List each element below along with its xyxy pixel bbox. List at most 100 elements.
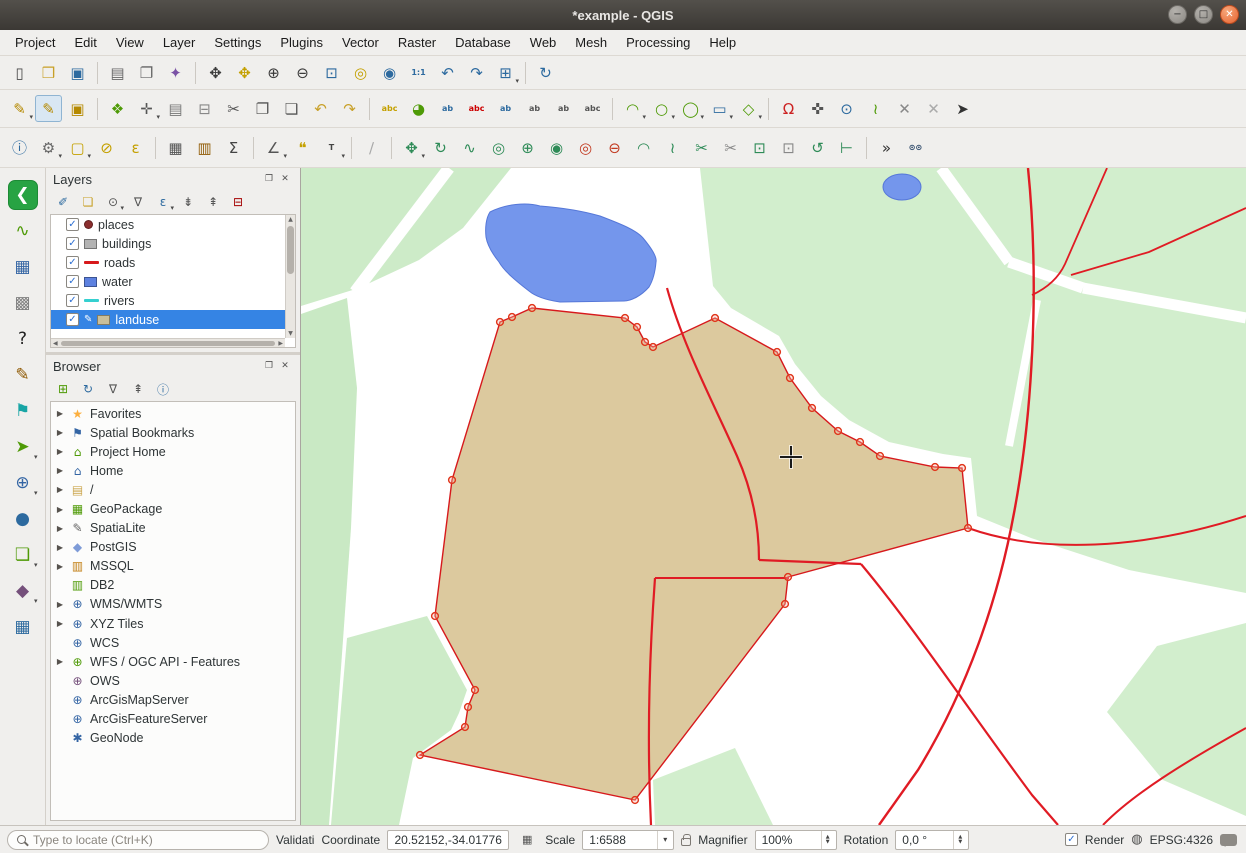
shapes-tool-icon[interactable]: ◆▾ [8, 576, 38, 606]
delete-selected-icon[interactable]: ⊟ [191, 95, 218, 122]
show-hide-labels-icon[interactable]: ab [492, 95, 519, 122]
globe-select-icon[interactable]: ⊕▾ [8, 468, 38, 498]
minimize-button-icon[interactable]: − [1168, 5, 1187, 24]
spinner-arrows-icon[interactable]: ▲▼ [821, 831, 830, 849]
scrollbar-thumb[interactable] [287, 226, 294, 274]
menu-project[interactable]: Project [6, 32, 64, 53]
panel-close-icon[interactable]: ✕ [277, 358, 293, 374]
modify-attributes-icon[interactable]: ▤ [162, 95, 189, 122]
new-print-layout-icon[interactable]: ▤ [104, 59, 131, 86]
move-label-icon[interactable]: ab [521, 95, 548, 122]
zoom-full-icon[interactable]: ⊡ [318, 59, 345, 86]
layer-checkbox[interactable]: ✓ [66, 294, 79, 307]
zoom-to-selection-icon[interactable]: ◎ [347, 59, 374, 86]
refresh-map-icon[interactable]: ↻ [532, 59, 559, 86]
menu-help[interactable]: Help [700, 32, 745, 53]
browser-item-postgis[interactable]: ▶◆PostGIS [51, 538, 295, 557]
extents-toggle-icon[interactable]: ▦ [517, 830, 537, 850]
reshape-features-icon[interactable]: ≀ [659, 134, 686, 161]
layer-labeling-icon[interactable]: abc [376, 95, 403, 122]
text-annotation-icon[interactable]: T▾ [318, 134, 345, 161]
browser-item-mssql[interactable]: ▶▥MSSQL [51, 557, 295, 576]
move-annotation-icon[interactable]: ∕ [358, 134, 385, 161]
crs-label[interactable]: EPSG:4326 [1150, 833, 1213, 847]
expand-arrow-icon[interactable]: ▶ [55, 409, 65, 418]
freehand-sketch-icon[interactable]: ∿ [8, 216, 38, 246]
browser-item-geonode[interactable]: ✱GeoNode [51, 729, 295, 748]
browser-item-arcgismapserver[interactable]: ⊕ArcGisMapServer [51, 690, 295, 709]
manage-map-themes-icon[interactable]: ⊙▾ [102, 191, 124, 213]
layer-checkbox[interactable]: ✓ [66, 218, 79, 231]
layer-checkbox[interactable]: ✓ [66, 275, 79, 288]
ink-pen-icon[interactable]: ✎ [8, 360, 38, 390]
layer-checkbox[interactable]: ✓ [66, 256, 79, 269]
digitize-rectangle-icon[interactable]: ▭▾ [706, 95, 733, 122]
new-project-icon[interactable]: ▯ [6, 59, 33, 86]
zoom-in-icon[interactable]: ⊕ [260, 59, 287, 86]
expand-arrow-icon[interactable]: ▶ [55, 505, 65, 514]
expand-arrow-icon[interactable]: ▶ [55, 619, 65, 628]
new-map-view-icon[interactable]: ⊞▾ [492, 59, 519, 86]
select-features-icon[interactable]: ▢▾ [64, 134, 91, 161]
menu-raster[interactable]: Raster [389, 32, 445, 53]
zoom-next-icon[interactable]: ↷ [463, 59, 490, 86]
style-manager-icon[interactable]: ✦ [162, 59, 189, 86]
properties-widget-icon[interactable]: ⓘ [152, 378, 174, 400]
vertical-scrollbar[interactable]: ▲ ▼ [285, 215, 295, 338]
undo-icon[interactable]: ↶ [307, 95, 334, 122]
rotate-point-symbols-icon[interactable]: ↺ [804, 134, 831, 161]
pin-labels-icon[interactable]: ab [434, 95, 461, 122]
layer-row-places[interactable]: ✓places [51, 215, 295, 234]
digitize-circle-icon[interactable]: ○▾ [648, 95, 675, 122]
map-tips-icon[interactable]: ❝ [289, 134, 316, 161]
raster-checker-icon[interactable]: ▦ [8, 252, 38, 282]
browser-item-spatialite[interactable]: ▶✎SpatiaLite [51, 519, 295, 538]
expand-arrow-icon[interactable]: ▶ [55, 562, 65, 571]
pan-map-icon[interactable]: ✥ [202, 59, 229, 86]
save-layer-edits-icon[interactable]: ▣ [64, 95, 91, 122]
panel-float-icon[interactable]: ❐ [261, 358, 277, 374]
expand-arrow-icon[interactable]: ▶ [55, 524, 65, 533]
map-canvas[interactable] [301, 168, 1246, 825]
expand-arrow-icon[interactable]: ▶ [55, 428, 65, 437]
crs-globe-icon[interactable]: ◍ [1131, 832, 1142, 847]
render-checkbox[interactable]: ✓ [1065, 833, 1078, 846]
layer-diagram-icon[interactable]: ◕ [405, 95, 432, 122]
browser-item-wfs-ogc-api-features[interactable]: ▶⊕WFS / OGC API - Features [51, 652, 295, 671]
trim-extend-icon[interactable]: ⊢ [833, 134, 860, 161]
zoom-last-icon[interactable]: ↶ [434, 59, 461, 86]
layer-row-buildings[interactable]: ✓buildings [51, 234, 295, 253]
fill-ring-icon[interactable]: ◉ [543, 134, 570, 161]
horizontal-scrollbar[interactable]: ◀ ▶ [51, 338, 285, 347]
move-feature-icon[interactable]: ✥▾ [398, 134, 425, 161]
menu-mesh[interactable]: Mesh [566, 32, 616, 53]
close-button-icon[interactable]: ✕ [1220, 5, 1239, 24]
menu-settings[interactable]: Settings [205, 32, 270, 53]
scroll-left-icon[interactable]: ◀ [53, 340, 58, 347]
vertex-tool-icon[interactable]: ✛▾ [133, 95, 160, 122]
open-project-icon[interactable]: ❒ [35, 59, 62, 86]
menu-processing[interactable]: Processing [617, 32, 699, 53]
highlight-features-icon[interactable]: ⊙ [833, 95, 860, 122]
change-label-icon[interactable]: abc [579, 95, 606, 122]
digitize-circular-string-icon[interactable]: ◠▾ [619, 95, 646, 122]
expand-arrow-icon[interactable]: ▶ [55, 600, 65, 609]
merge-features-icon[interactable]: ⊡ [746, 134, 773, 161]
scroll-right-icon[interactable]: ▶ [278, 340, 283, 347]
menu-database[interactable]: Database [446, 32, 520, 53]
swatch-grid-icon[interactable]: ▩ [8, 288, 38, 318]
digitize-ellipse-icon[interactable]: ◯▾ [677, 95, 704, 122]
remove-layer-icon[interactable]: ⊟ [227, 191, 249, 213]
browser-item-project-home[interactable]: ▶⌂Project Home [51, 442, 295, 461]
map-export-icon[interactable]: ➤▾ [8, 432, 38, 462]
collapse-browser-icon[interactable]: ⇞ [127, 378, 149, 400]
expand-arrow-icon[interactable]: ▶ [55, 466, 65, 475]
add-group-icon[interactable]: ❏ [77, 191, 99, 213]
toggle-editing-icon[interactable]: ✎ [35, 95, 62, 122]
advanced-digitizing-icon[interactable]: ✜ [804, 95, 831, 122]
show-layout-manager-icon[interactable]: ❐ [133, 59, 160, 86]
menu-edit[interactable]: Edit [65, 32, 105, 53]
zoom-to-layer-icon[interactable]: ◉ [376, 59, 403, 86]
expand-arrow-icon[interactable]: ▶ [55, 485, 65, 494]
select-star-icon[interactable]: ➤ [949, 95, 976, 122]
